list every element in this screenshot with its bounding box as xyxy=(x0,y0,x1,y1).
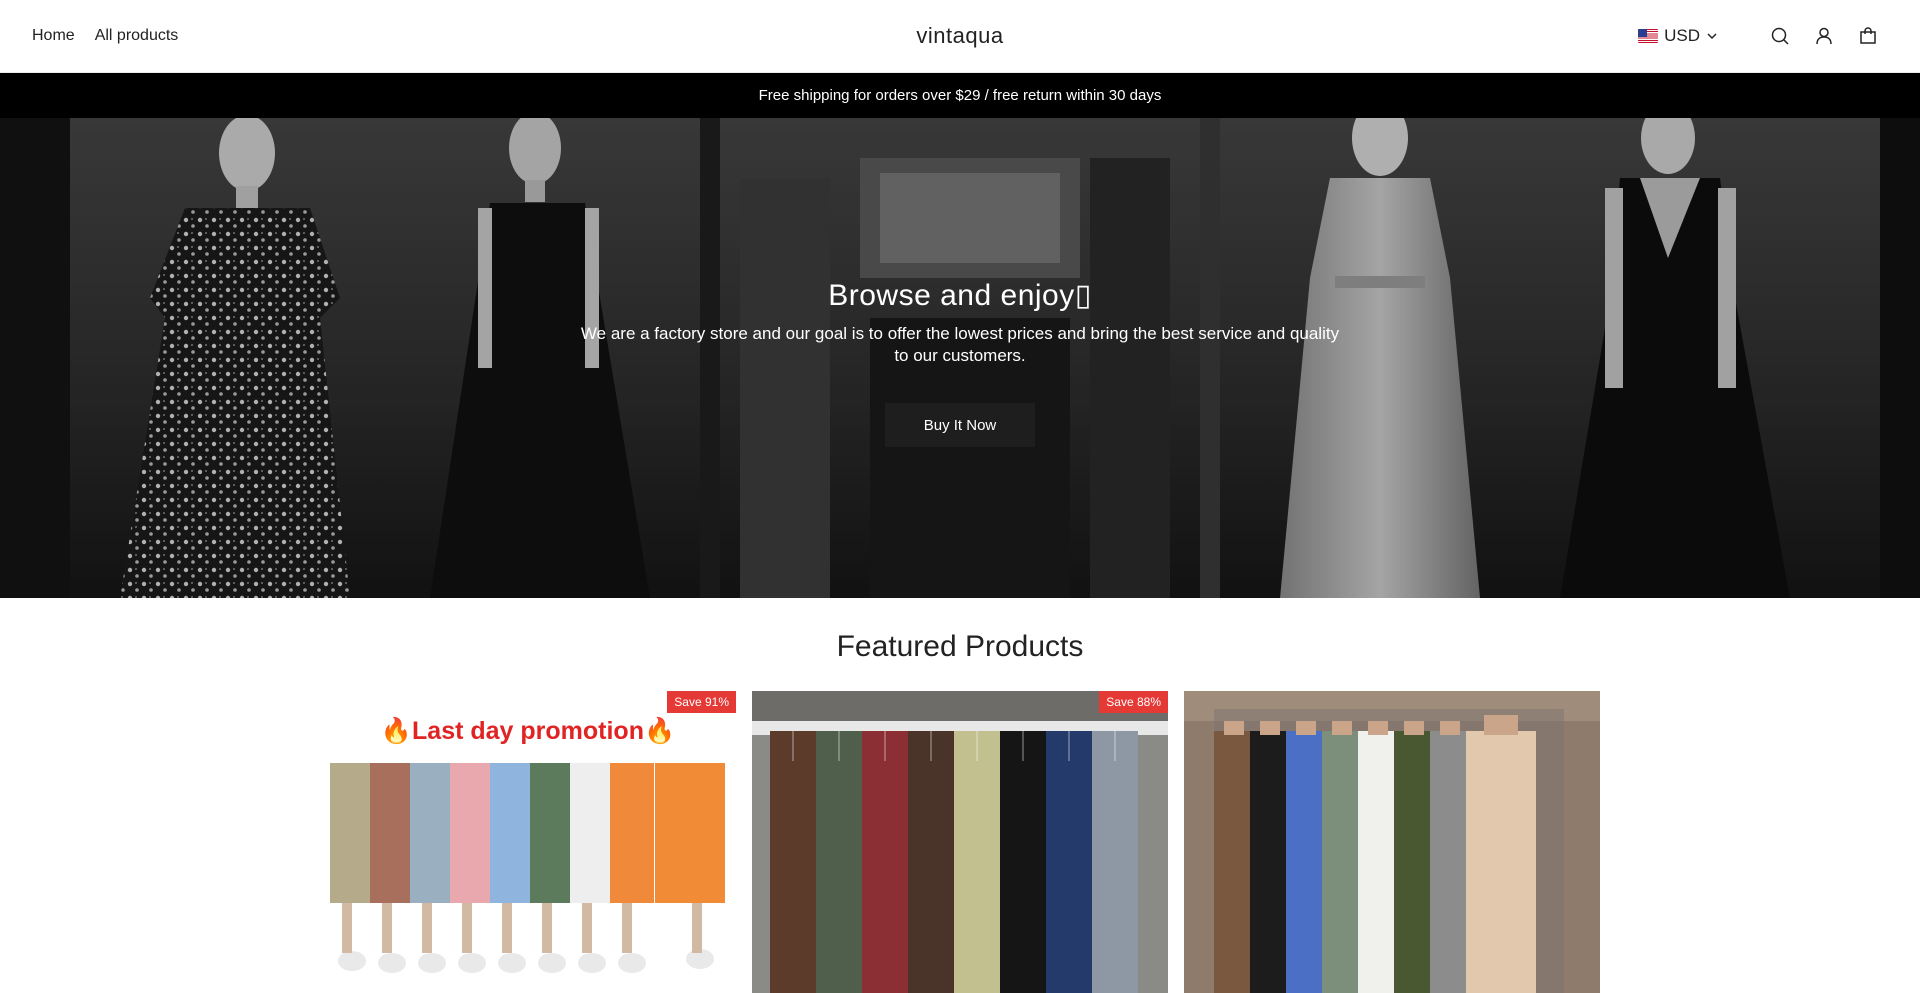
us-flag-icon xyxy=(1638,29,1659,43)
currency-label: USD xyxy=(1664,26,1700,45)
hero-content: Browse and enjoy▯ We are a factory store… xyxy=(0,118,1920,598)
currency-selector[interactable]: USD xyxy=(1638,26,1718,46)
hero-banner: Browse and enjoy▯ We are a factory store… xyxy=(0,118,1920,598)
announcement-bar: Free shipping for orders over $29 / free… xyxy=(0,73,1920,118)
product-card[interactable]: Save 88% xyxy=(752,691,1168,993)
hero-description: We are a factory store and our goal is t… xyxy=(580,324,1340,365)
product-image xyxy=(1184,691,1600,993)
product-image xyxy=(752,691,1168,993)
chevron-down-icon xyxy=(1707,33,1717,40)
cart-icon[interactable] xyxy=(1856,24,1880,48)
discount-badge: Save 91% xyxy=(667,691,736,713)
buy-it-now-button[interactable]: Buy It Now xyxy=(885,403,1035,447)
product-grid: Save 91% 🔥Last day promotion🔥 Save 88% xyxy=(320,691,1600,993)
product-image: 🔥Last day promotion🔥 xyxy=(320,691,736,993)
account-icon[interactable] xyxy=(1812,24,1836,48)
logo-container: vintaqua xyxy=(0,0,1920,72)
hero-title: Browse and enjoy▯ xyxy=(828,279,1092,312)
promo-banner-text: 🔥Last day promotion🔥 xyxy=(381,716,675,745)
nav-all-products-link[interactable]: All products xyxy=(95,27,179,45)
site-header: Home All products vintaqua USD xyxy=(0,0,1920,73)
featured-products-title: Featured Products xyxy=(836,630,1084,663)
product-card[interactable]: Save 91% 🔥Last day promotion🔥 xyxy=(320,691,736,993)
product-card[interactable] xyxy=(1184,691,1600,993)
search-icon[interactable] xyxy=(1768,24,1792,48)
main-nav: Home All products xyxy=(32,0,178,72)
nav-home-link[interactable]: Home xyxy=(32,27,75,45)
discount-badge: Save 88% xyxy=(1099,691,1168,713)
announcement-text: Free shipping for orders over $29 / free… xyxy=(758,87,1162,104)
site-logo[interactable]: vintaqua xyxy=(916,23,1003,49)
header-actions: USD xyxy=(1638,0,1880,72)
